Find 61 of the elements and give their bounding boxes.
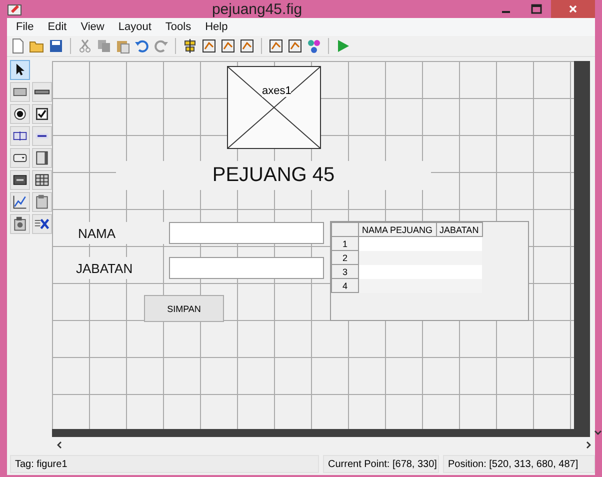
edit-text-tool-tool[interactable]: [10, 126, 30, 146]
activex-tool-tool[interactable]: [32, 214, 52, 234]
panel-tool-tool[interactable]: [32, 192, 52, 212]
paste-icon[interactable]: [115, 38, 131, 54]
input-field[interactable]: [169, 222, 324, 244]
menu-item[interactable]: Tools: [158, 21, 198, 33]
minimize-icon: [502, 11, 510, 13]
panel-tool-icon: [34, 194, 50, 210]
simpan-button[interactable]: SIMPAN: [144, 295, 224, 322]
column-header: JABATAN: [436, 222, 482, 236]
pointer-tool[interactable]: [10, 60, 30, 80]
new-file-icon[interactable]: [10, 38, 26, 54]
run-icon[interactable]: [335, 38, 351, 54]
column-header: NAMA PEJUANG: [358, 222, 436, 236]
field-label: NAMA: [78, 222, 164, 244]
activex-tool-icon: [34, 216, 50, 232]
row-header: 3: [332, 264, 358, 278]
save-icon[interactable]: [48, 38, 64, 54]
static-text-tool-tool[interactable]: [32, 126, 52, 146]
menu-item[interactable]: Edit: [40, 21, 74, 33]
menu-item[interactable]: View: [74, 21, 112, 33]
object-browser-icon[interactable]: [306, 38, 322, 54]
input-field[interactable]: [169, 257, 324, 279]
axes-tool-icon: [12, 194, 28, 210]
align-icon[interactable]: [182, 38, 198, 54]
checkbox-tool-tool[interactable]: [32, 104, 52, 124]
row-header: 2: [332, 250, 358, 264]
toggle-button-tool-icon: [12, 172, 28, 188]
maximize-icon: [530, 4, 542, 14]
checkbox-tool-icon: [34, 106, 50, 122]
popup-menu-tool-tool[interactable]: [10, 148, 30, 168]
heading-text: PEJUANG 45: [116, 161, 431, 190]
table-tool-icon: [34, 172, 50, 188]
button-group-tool-tool[interactable]: [10, 214, 30, 234]
slider-tool-tool[interactable]: [32, 82, 52, 102]
close-icon: [568, 4, 578, 14]
scroll-down-icon[interactable]: [594, 429, 602, 437]
window-title: pejuang45.fig: [210, 0, 304, 18]
radio-button-tool-icon: [12, 106, 28, 122]
scroll-left-icon[interactable]: [56, 441, 64, 449]
row-header: 1: [332, 236, 358, 250]
table-tool-tool[interactable]: [32, 170, 52, 190]
menu-item[interactable]: Help: [198, 21, 235, 33]
menu-item[interactable]: Layout: [111, 21, 158, 33]
toggle-button-tool-tool[interactable]: [10, 170, 30, 190]
button-group-tool-icon: [12, 216, 28, 232]
scroll-right-icon[interactable]: [584, 441, 592, 449]
close-button[interactable]: [551, 0, 595, 18]
axes-tool-tool[interactable]: [10, 192, 30, 212]
radio-button-tool-tool[interactable]: [10, 104, 30, 124]
app-icon: [7, 2, 23, 16]
row-header: 4: [332, 278, 358, 292]
axes-label: axes1: [262, 85, 292, 97]
listbox-tool-tool[interactable]: [32, 148, 52, 168]
undo-icon[interactable]: [134, 38, 150, 54]
position-status: Position: [520, 313, 680, 487]: [443, 455, 595, 473]
menu-item[interactable]: File: [9, 21, 41, 33]
tag-status: Tag: figure1: [10, 455, 319, 473]
listbox-tool-icon: [34, 150, 50, 166]
current-point-status: Current Point: [678, 330]: [323, 455, 439, 473]
push-button-tool-tool[interactable]: [10, 82, 30, 102]
